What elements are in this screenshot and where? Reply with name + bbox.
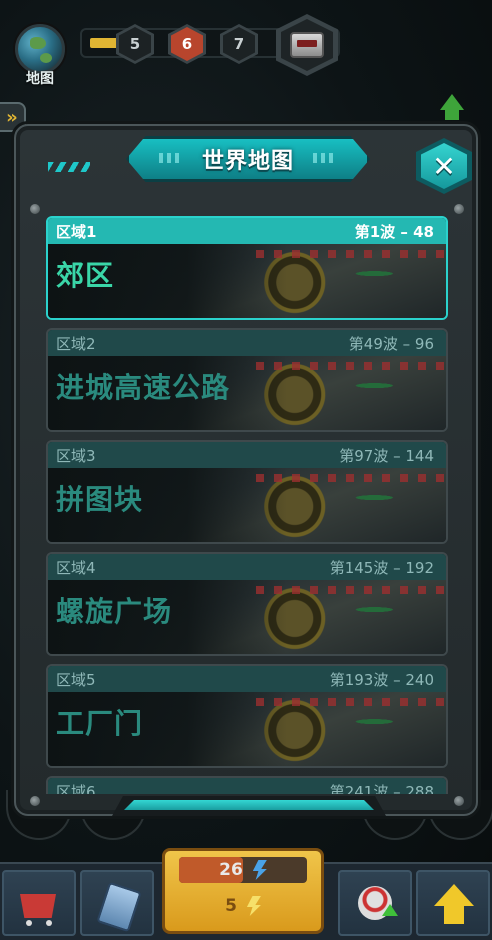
region-label: 区域3	[56, 446, 96, 465]
cards-button[interactable]	[80, 870, 154, 936]
energy-current: 5	[179, 893, 307, 919]
robot-upgrade-button[interactable]	[338, 870, 412, 936]
energy-capacity: 26	[179, 857, 307, 883]
bolt-decor	[30, 796, 40, 806]
decor-stripes	[48, 162, 90, 172]
region-label: 区域5	[56, 670, 96, 689]
map-label: 地图	[26, 71, 54, 87]
region-header: 区域4 第145波 – 192	[48, 554, 446, 580]
robot-icon	[354, 882, 398, 926]
region-card-5[interactable]: 区域5 第193波 – 240 工厂门	[46, 664, 448, 768]
region-header: 区域2 第49波 – 96	[48, 330, 446, 356]
shop-button[interactable]	[2, 870, 76, 936]
region-wave-range: 第49波 – 96	[348, 334, 434, 353]
region-card-2[interactable]: 区域2 第49波 – 96 进城高速公路	[46, 328, 448, 432]
region-wave-range: 第241波 – 288	[329, 782, 434, 795]
region-wave-range: 第145波 – 192	[329, 558, 434, 577]
bolt-decor	[454, 796, 464, 806]
bolt-decor	[30, 204, 40, 214]
dialog-header: 世界地图 ✕	[16, 126, 476, 200]
energy-current-value: 5	[225, 896, 237, 916]
energy-capacity-value: 26	[219, 860, 243, 880]
energy-panel[interactable]: 26 5	[162, 848, 324, 934]
region-list[interactable]: 区域1 第1波 – 48 郊区 区域2 第49波 – 96 进城高速公路 区域3…	[46, 216, 448, 794]
region-card-3[interactable]: 区域3 第97波 – 144 拼图块	[46, 440, 448, 544]
region-name: 工厂门	[56, 707, 144, 740]
region-label: 区域2	[56, 334, 96, 353]
bolt-icon	[246, 896, 261, 916]
cart-icon	[18, 882, 62, 926]
close-icon: ✕	[421, 143, 467, 189]
up-arrow-icon[interactable]	[436, 94, 468, 124]
bolt-decor	[454, 204, 464, 214]
region-header: 区域5 第193波 – 240	[48, 666, 446, 692]
map-button[interactable]: 地图	[12, 24, 68, 87]
region-header: 区域1 第1波 – 48	[48, 218, 446, 244]
region-label: 区域4	[56, 558, 96, 577]
dialog-title-plate: 世界地图	[126, 136, 370, 182]
region-label: 区域1	[56, 222, 97, 241]
region-header: 区域6 第241波 – 288	[48, 778, 446, 794]
bolt-icon	[252, 860, 267, 880]
region-header: 区域3 第97波 – 144	[48, 442, 446, 468]
region-card-6[interactable]: 区域6 第241波 – 288	[46, 776, 448, 794]
region-name: 螺旋广场	[56, 595, 173, 628]
upgrade-button[interactable]	[416, 870, 490, 936]
region-card-1[interactable]: 区域1 第1波 – 48 郊区	[46, 216, 448, 320]
region-wave-range: 第97波 – 144	[339, 446, 434, 465]
region-label: 区域6	[56, 782, 96, 795]
dialog-title: 世界地图	[201, 149, 294, 174]
region-wave-range: 第1波 – 48	[354, 222, 434, 241]
scroll-icon	[96, 882, 140, 926]
close-button[interactable]: ✕	[416, 138, 472, 194]
up-arrow-icon	[432, 882, 476, 926]
region-card-4[interactable]: 区域4 第145波 – 192 螺旋广场	[46, 552, 448, 656]
wave-progress-fill	[90, 38, 118, 48]
region-name: 郊区	[56, 259, 115, 292]
region-wave-range: 第193波 – 240	[329, 670, 434, 689]
region-name: 拼图块	[56, 483, 144, 516]
region-name: 进城高速公路	[56, 371, 231, 404]
globe-icon	[15, 24, 65, 74]
world-map-dialog: 世界地图 ✕ 区域1 第1波 – 48 郊区 区域2 第49波 – 96 进城高…	[14, 124, 478, 816]
dialog-footer-accent	[124, 800, 374, 810]
